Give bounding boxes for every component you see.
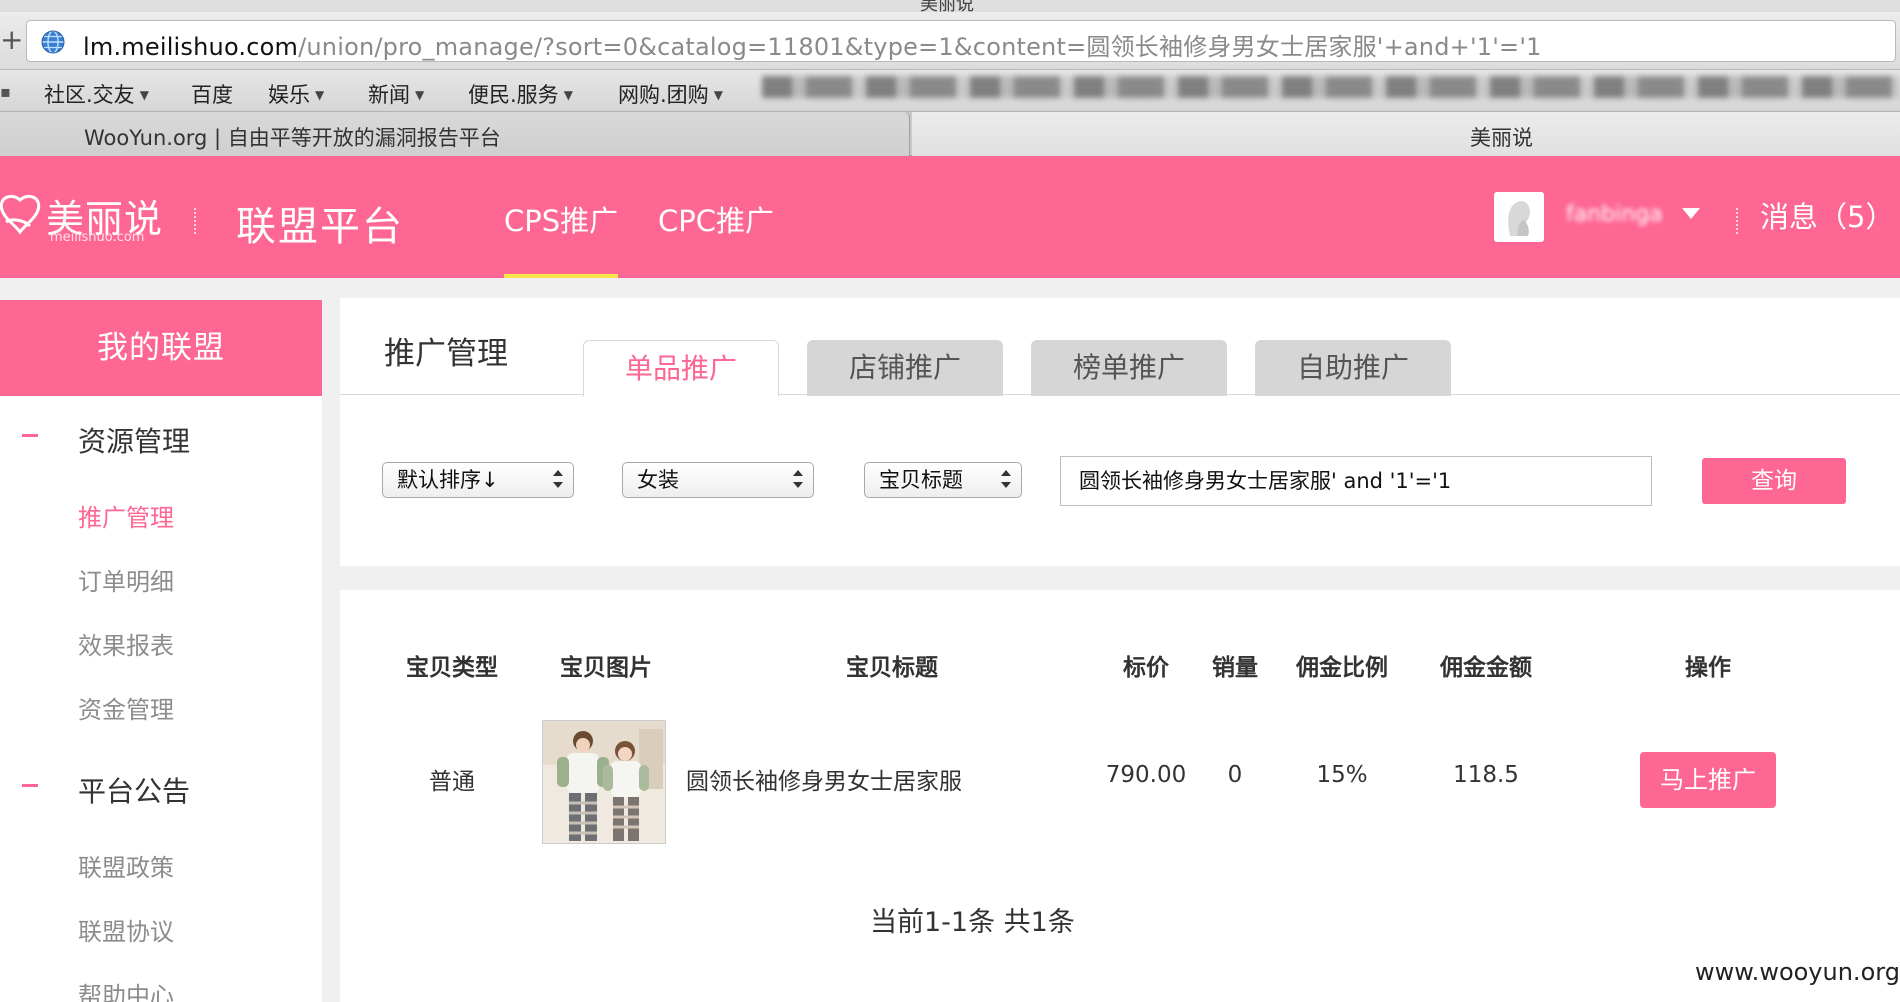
sort-select[interactable]: 默认排序↓ xyxy=(382,462,574,498)
tab-ranking[interactable]: 榜单推广 xyxy=(1031,340,1227,396)
url-text: lm.meilishuo.com/union/pro_manage/?sort=… xyxy=(83,27,1542,62)
browser-tab-wooyun[interactable]: WooYun.org | 自由平等开放的漏洞报告平台 xyxy=(0,112,910,156)
select-arrows-icon xyxy=(553,470,563,490)
divider xyxy=(194,208,196,234)
logo-subtext: meilishuo.com xyxy=(50,230,145,245)
product-photo xyxy=(543,721,665,843)
cell-commission: 118.5 xyxy=(1453,762,1519,788)
search-input[interactable]: 圆领长袖修身男女士居家服' and '1'='1 xyxy=(1060,456,1652,506)
sidebar-group-resources[interactable]: 资源管理 xyxy=(78,420,190,460)
query-button[interactable]: 查询 xyxy=(1702,458,1846,504)
section-title: 推广管理 xyxy=(384,336,508,372)
url-host: lm.meilishuo.com xyxy=(83,33,299,61)
table-header: 宝贝图片 xyxy=(560,655,652,681)
cell-type: 普通 xyxy=(429,769,475,795)
cell-title[interactable]: 圆领长袖修身男女士居家服 xyxy=(686,762,962,796)
field-select-value: 宝贝标题 xyxy=(879,468,963,492)
sidebar-item-promotion[interactable]: 推广管理 xyxy=(78,498,174,533)
chevron-down-icon: ▼ xyxy=(415,88,425,102)
product-image[interactable] xyxy=(542,720,666,844)
cell-commission-rate: 15% xyxy=(1316,762,1368,788)
table-header: 销量 xyxy=(1212,655,1258,681)
messages-link[interactable]: 消息（5） xyxy=(1760,194,1894,236)
sidebar-item-funds[interactable]: 资金管理 xyxy=(78,690,174,725)
search-panel: 推广管理 单品推广 店铺推广 榜单推广 自助推广 默认排序↓ 女装 宝贝标题 圆… xyxy=(340,298,1900,566)
logo-mark-icon xyxy=(0,194,41,235)
collapse-icon[interactable] xyxy=(22,784,38,787)
watermark: www.wooyun.org xyxy=(1695,958,1900,986)
table-header: 标价 xyxy=(1123,655,1169,681)
browser-tab-meilishuo[interactable]: 美丽说 xyxy=(912,112,1900,156)
pagination-info: 当前1-1条 共1条 xyxy=(870,907,1075,938)
chevron-down-icon: ▼ xyxy=(315,88,325,102)
sidebar-item-orders[interactable]: 订单明细 xyxy=(78,562,174,597)
table-header: 宝贝类型 xyxy=(406,655,498,681)
add-icon[interactable]: + xyxy=(0,26,23,56)
select-arrows-icon xyxy=(1001,470,1011,490)
user-silhouette-icon xyxy=(1494,192,1544,242)
sidebar-item-reports[interactable]: 效果报表 xyxy=(78,626,174,661)
cell-sales: 0 xyxy=(1227,762,1243,788)
chevron-down-icon[interactable] xyxy=(1682,208,1700,219)
category-select-value: 女装 xyxy=(637,468,679,492)
bookmark-services[interactable]: 便民.服务 ▼ xyxy=(468,79,573,109)
select-arrows-icon xyxy=(793,470,803,490)
category-select[interactable]: 女装 xyxy=(622,462,814,498)
address-bar-area: + lm.meilishuo.com/union/pro_manage/?sor… xyxy=(0,12,1900,70)
collapse-icon[interactable] xyxy=(22,434,38,437)
bookmark-shopping[interactable]: 网购.团购 ▼ xyxy=(618,79,723,109)
sidebar-group-announcements[interactable]: 平台公告 xyxy=(78,770,190,810)
username[interactable]: fanbinga xyxy=(1566,202,1676,228)
sidebar-item-agreement[interactable]: 联盟协议 xyxy=(78,912,174,947)
results-panel: 宝贝类型 宝贝图片 宝贝标题 标价 销量 佣金比例 佣金金额 操作 普通 圆领长… xyxy=(340,590,1900,1002)
nav-cps[interactable]: CPS推广 xyxy=(504,198,618,240)
platform-title: 联盟平台 xyxy=(236,204,404,250)
tab-single-item[interactable]: 单品推广 xyxy=(583,340,779,397)
bookmark-news[interactable]: 新闻 ▼ xyxy=(368,79,424,109)
site-header: 美丽说 meilishuo.com 联盟平台 CPS推广 CPC推广 fanbi… xyxy=(0,156,1900,278)
grip-icon: ▪ xyxy=(0,82,11,101)
globe-icon xyxy=(41,30,65,54)
sidebar: 我的联盟 资源管理 推广管理 订单明细 效果报表 资金管理 平台公告 联盟政策 … xyxy=(0,300,322,1002)
chevron-down-icon: ▼ xyxy=(713,88,723,102)
bookmark-entertainment[interactable]: 娱乐 ▼ xyxy=(268,79,324,109)
cell-price: 790.00 xyxy=(1105,762,1187,788)
sort-select-value: 默认排序↓ xyxy=(397,468,499,492)
sidebar-title: 我的联盟 xyxy=(0,300,322,396)
browser-tabs: WooYun.org | 自由平等开放的漏洞报告平台 美丽说 xyxy=(0,112,1900,156)
divider xyxy=(1736,208,1738,234)
avatar[interactable] xyxy=(1494,192,1544,242)
tab-store[interactable]: 店铺推广 xyxy=(807,340,1003,396)
bookmark-baidu[interactable]: 百度 xyxy=(191,79,233,109)
sidebar-item-help[interactable]: 帮助中心 xyxy=(78,976,174,1002)
table-header: 佣金金额 xyxy=(1440,655,1532,681)
bookmark-social[interactable]: 社区.交友 ▼ xyxy=(44,79,149,109)
promote-now-button[interactable]: 马上推广 xyxy=(1640,752,1776,808)
sidebar-item-policy[interactable]: 联盟政策 xyxy=(78,848,174,883)
redacted-bookmarks xyxy=(762,76,1900,98)
nav-cpc[interactable]: CPC推广 xyxy=(658,198,774,240)
tab-self-service[interactable]: 自助推广 xyxy=(1255,340,1451,396)
url-path: /union/pro_manage/?sort=0&catalog=11801&… xyxy=(298,33,1542,61)
browser-tab-label: 美丽说 xyxy=(1470,126,1533,150)
table-header: 操作 xyxy=(1685,655,1731,681)
meilishuo-logo[interactable]: 美丽说 meilishuo.com xyxy=(0,186,170,250)
browser-tab-label: WooYun.org | 自由平等开放的漏洞报告平台 xyxy=(84,126,501,150)
chevron-down-icon: ▼ xyxy=(139,88,149,102)
table-header: 佣金比例 xyxy=(1296,655,1388,681)
window-title-bar: 美丽说 xyxy=(0,0,1900,12)
window-title: 美丽说 xyxy=(920,0,974,12)
chevron-down-icon: ▼ xyxy=(563,88,573,102)
field-select[interactable]: 宝贝标题 xyxy=(864,462,1022,498)
table-header: 宝贝标题 xyxy=(846,655,938,681)
url-field[interactable]: lm.meilishuo.com/union/pro_manage/?sort=… xyxy=(26,20,1896,62)
